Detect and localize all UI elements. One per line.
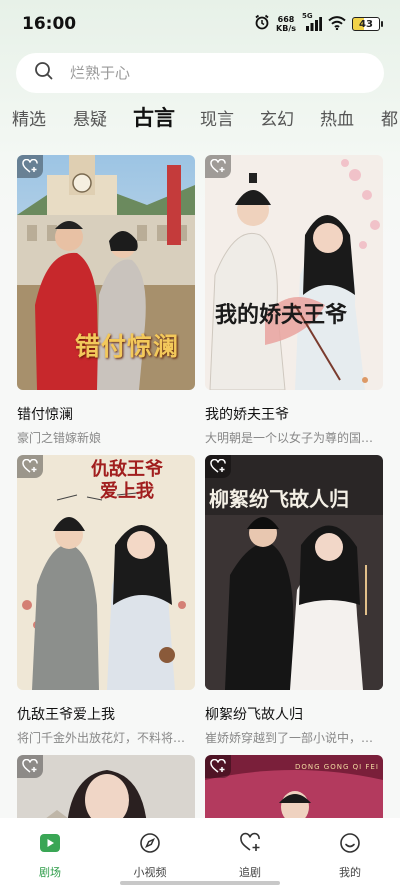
drama-card[interactable]: 我的娇夫王爷 我的娇夫王爷 大明朝是一个以女子为尊的国… — [205, 155, 383, 446]
drama-card[interactable]: 错付惊澜 错付惊澜 豪门之错嫁新娘 — [17, 155, 195, 446]
cellular-signal-icon: 5G — [302, 12, 322, 31]
drama-description: 大明朝是一个以女子为尊的国… — [205, 431, 374, 445]
battery-level: 43 — [359, 18, 373, 30]
home-indicator[interactable] — [120, 881, 280, 885]
poster-title-art: 柳絮纷飞故人归 — [209, 487, 349, 511]
search-bar[interactable] — [16, 53, 384, 93]
tab-rexue[interactable]: 热血 — [320, 106, 354, 134]
nav-profile[interactable]: 我的 — [300, 818, 400, 889]
drama-poster[interactable]: 我的娇夫王爷 — [205, 155, 383, 390]
heart-plus-icon — [210, 459, 226, 473]
drama-poster[interactable]: DONG GONG QI FEI — [205, 755, 383, 825]
heart-plus-icon — [22, 459, 38, 473]
heart-plus-icon — [22, 759, 38, 773]
tab-xuanyi[interactable]: 悬疑 — [73, 106, 107, 134]
heart-plus-icon — [22, 159, 38, 173]
add-to-list-button[interactable] — [205, 155, 231, 178]
drama-description: 将门千金外出放花灯，不料将… — [17, 731, 186, 745]
poster-title-art: 错付惊澜 — [75, 332, 180, 361]
nav-following[interactable]: 追剧 — [200, 818, 300, 889]
drama-card[interactable]: 仇敌王爷爱上我 仇敌王爷爱上我 将门千金外出放花灯，不料将… — [17, 455, 195, 746]
drama-title[interactable]: 错付惊澜 — [17, 404, 195, 424]
drama-description: 豪门之错嫁新娘 — [17, 431, 102, 445]
tab-jingxuan[interactable]: 精选 — [12, 106, 46, 134]
nav-label: 小视频 — [133, 866, 167, 879]
nav-label: 追剧 — [239, 866, 261, 879]
category-tabs: 精选 悬疑 古言 现言 玄幻 热血 都 — [0, 106, 400, 136]
drama-card[interactable]: 柳絮纷飞故人归 柳絮纷飞故人归 崔娇娇穿越到了一部小说中，… — [205, 455, 383, 746]
add-to-list-button[interactable] — [17, 455, 43, 478]
heart-plus-icon — [210, 159, 226, 173]
nav-label: 我的 — [339, 866, 361, 879]
clock: 16:00 — [22, 14, 77, 34]
add-to-list-button[interactable] — [17, 155, 43, 178]
smile-icon — [339, 832, 361, 858]
nav-theater[interactable]: 剧场 — [0, 818, 100, 889]
tab-guyan[interactable]: 古言 — [133, 106, 175, 132]
poster-title-art: DONG GONG QI FEI — [295, 763, 379, 771]
drama-title[interactable]: 我的娇夫王爷 — [205, 404, 383, 424]
status-icons: 668 KB/s 5G 43 — [254, 12, 383, 34]
nav-short-video[interactable]: 小视频 — [100, 818, 200, 889]
battery-indicator: 43 — [352, 17, 383, 31]
tab-xuanhuan[interactable]: 玄幻 — [260, 106, 294, 134]
network-speed: 668 KB/s — [276, 15, 296, 33]
net-speed-unit: KB/s — [276, 24, 296, 33]
net-speed-value: 668 — [277, 15, 295, 24]
drama-description: 崔娇娇穿越到了一部小说中，… — [205, 731, 374, 745]
drama-poster[interactable] — [17, 755, 195, 825]
drama-card[interactable]: DONG GONG QI FEI — [205, 755, 383, 825]
heart-plus-icon — [239, 832, 261, 858]
bottom-navigation: 剧场 小视频 追剧 我的 — [0, 818, 400, 889]
add-to-list-button[interactable] — [205, 755, 231, 778]
poster-title-art: 我的娇夫王爷 — [215, 303, 348, 328]
heart-plus-icon — [210, 759, 226, 773]
play-icon — [39, 832, 61, 858]
tab-dushi[interactable]: 都 — [381, 106, 398, 134]
drama-poster[interactable]: 柳絮纷飞故人归 — [205, 455, 383, 690]
drama-title[interactable]: 柳絮纷飞故人归 — [205, 704, 383, 724]
nav-label: 剧场 — [39, 866, 61, 879]
tab-xianyan[interactable]: 现言 — [200, 106, 234, 134]
add-to-list-button[interactable] — [205, 455, 231, 478]
status-bar: 16:00 668 KB/s 5G 43 — [0, 0, 400, 48]
drama-poster[interactable]: 错付惊澜 — [17, 155, 195, 390]
add-to-list-button[interactable] — [17, 755, 43, 778]
compass-icon — [139, 832, 161, 858]
drama-title[interactable]: 仇敌王爷爱上我 — [17, 704, 195, 724]
drama-card[interactable] — [17, 755, 195, 825]
alarm-icon — [254, 14, 270, 34]
search-icon — [34, 61, 54, 85]
poster-title-art: 仇敌王爷爱上我 — [91, 459, 163, 502]
wifi-icon — [328, 15, 346, 34]
drama-poster[interactable]: 仇敌王爷爱上我 — [17, 455, 195, 690]
search-input[interactable] — [70, 64, 350, 82]
